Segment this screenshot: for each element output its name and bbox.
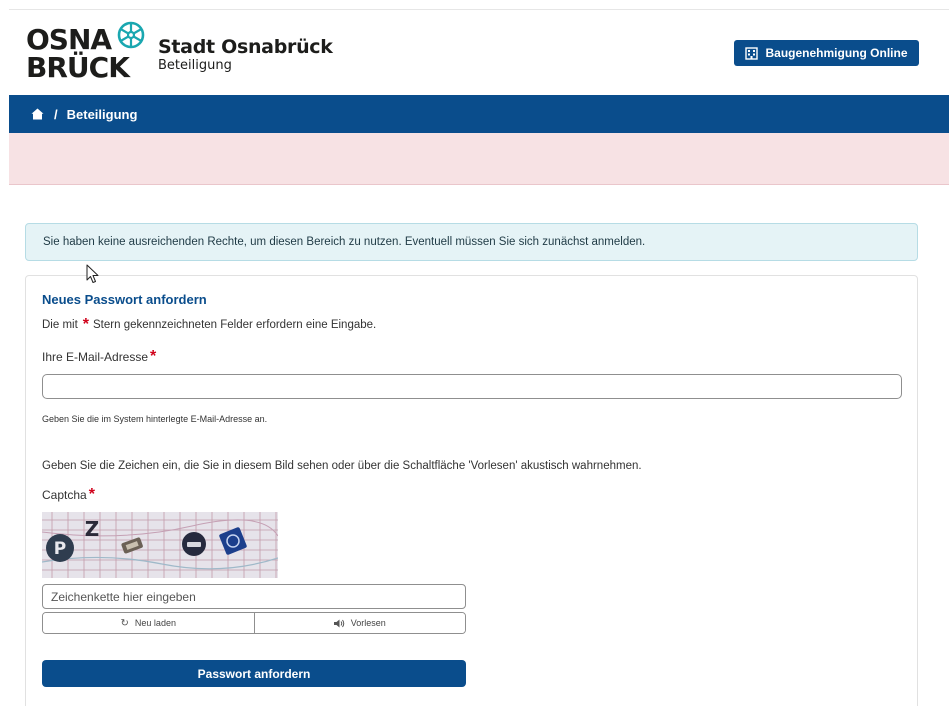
reload-label: Neu laden: [134, 618, 176, 628]
captcha-button-group: ↻ Neu laden Vorlesen: [42, 612, 466, 634]
captcha-input[interactable]: [42, 584, 466, 609]
baugenehmigung-label: Baugenehmigung Online: [765, 46, 908, 60]
captcha-label: Captcha *: [42, 486, 95, 503]
baugenehmigung-online-button[interactable]: Baugenehmigung Online: [734, 40, 919, 66]
breadcrumb-separator: /: [54, 106, 58, 122]
home-icon[interactable]: [31, 108, 44, 120]
password-request-card: [25, 275, 918, 706]
site-title[interactable]: Stadt Osnabrück: [158, 36, 333, 58]
captcha-reload-button[interactable]: ↻ Neu laden: [43, 613, 254, 633]
info-message: Sie haben keine ausreichenden Rechte, um…: [25, 223, 918, 261]
captcha-char-2: Z: [85, 517, 100, 541]
wheel-icon: [117, 21, 145, 49]
breadcrumb: / Beteiligung: [9, 95, 949, 133]
required-fields-note: Die mit * Stern gekennzeichneten Felder …: [42, 316, 377, 333]
email-label: Ihre E-Mail-Adresse *: [42, 348, 157, 365]
osnabrueck-logo[interactable]: OSNA BRÜCK: [26, 21, 146, 86]
required-note-before: Die mit: [42, 319, 78, 331]
page-header: OSNA BRÜCK Stadt Osnabrück Beteiligung B…: [0, 10, 949, 95]
email-required-star: *: [150, 348, 157, 365]
captcha-label-text: Captcha: [42, 488, 87, 502]
breadcrumb-current[interactable]: Beteiligung: [67, 107, 138, 122]
mouse-cursor-icon: [86, 264, 99, 283]
captcha-image: P Z: [42, 512, 278, 578]
email-hint: Geben Sie die im System hinterlegte E-Ma…: [42, 414, 268, 424]
form-title: Neues Passwort anfordern: [42, 292, 207, 307]
email-input[interactable]: [42, 374, 902, 399]
alert-banner: [9, 133, 949, 185]
email-label-text: Ihre E-Mail-Adresse: [42, 350, 149, 364]
request-password-button[interactable]: Passwort anfordern: [42, 660, 466, 687]
reload-icon: ↻: [120, 617, 129, 629]
captcha-description: Geben Sie die Zeichen ein, die Sie in di…: [42, 460, 642, 472]
captcha-char-1: P: [54, 539, 66, 559]
required-note-after: Stern gekennzeichneten Felder erfordern …: [93, 319, 377, 331]
building-icon: [745, 46, 759, 60]
site-subtitle: Beteiligung: [158, 58, 232, 73]
logo-line-1: OSNA: [26, 23, 112, 56]
read-aloud-label: Vorlesen: [350, 618, 386, 628]
speaker-icon: [333, 619, 344, 627]
required-star: *: [82, 316, 90, 333]
logo-line-2: BRÜCK: [26, 51, 130, 84]
captcha-required-star: *: [88, 486, 95, 503]
captcha-read-aloud-button[interactable]: Vorlesen: [253, 613, 465, 633]
